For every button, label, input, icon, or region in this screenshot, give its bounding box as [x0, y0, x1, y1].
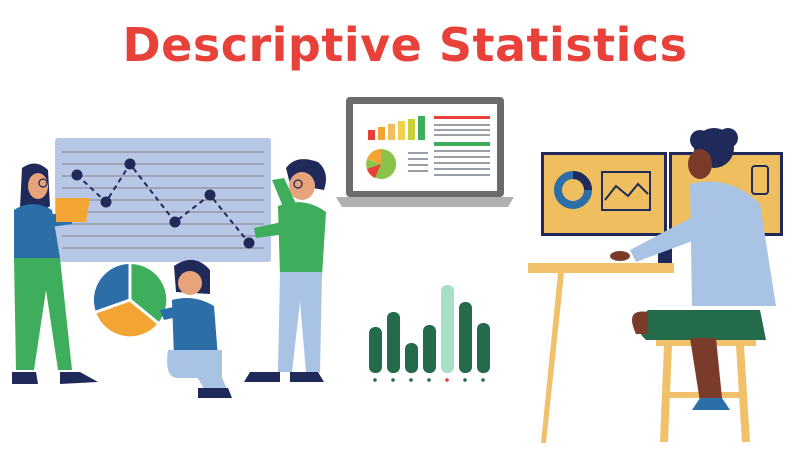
laptop-with-dashboard: [336, 97, 514, 207]
illustration-scene: [12, 97, 783, 443]
person-at-desk-with-monitors: [528, 128, 783, 443]
green-bar-chart: [369, 285, 490, 382]
kneeling-person-with-pie-chart: [93, 259, 232, 398]
